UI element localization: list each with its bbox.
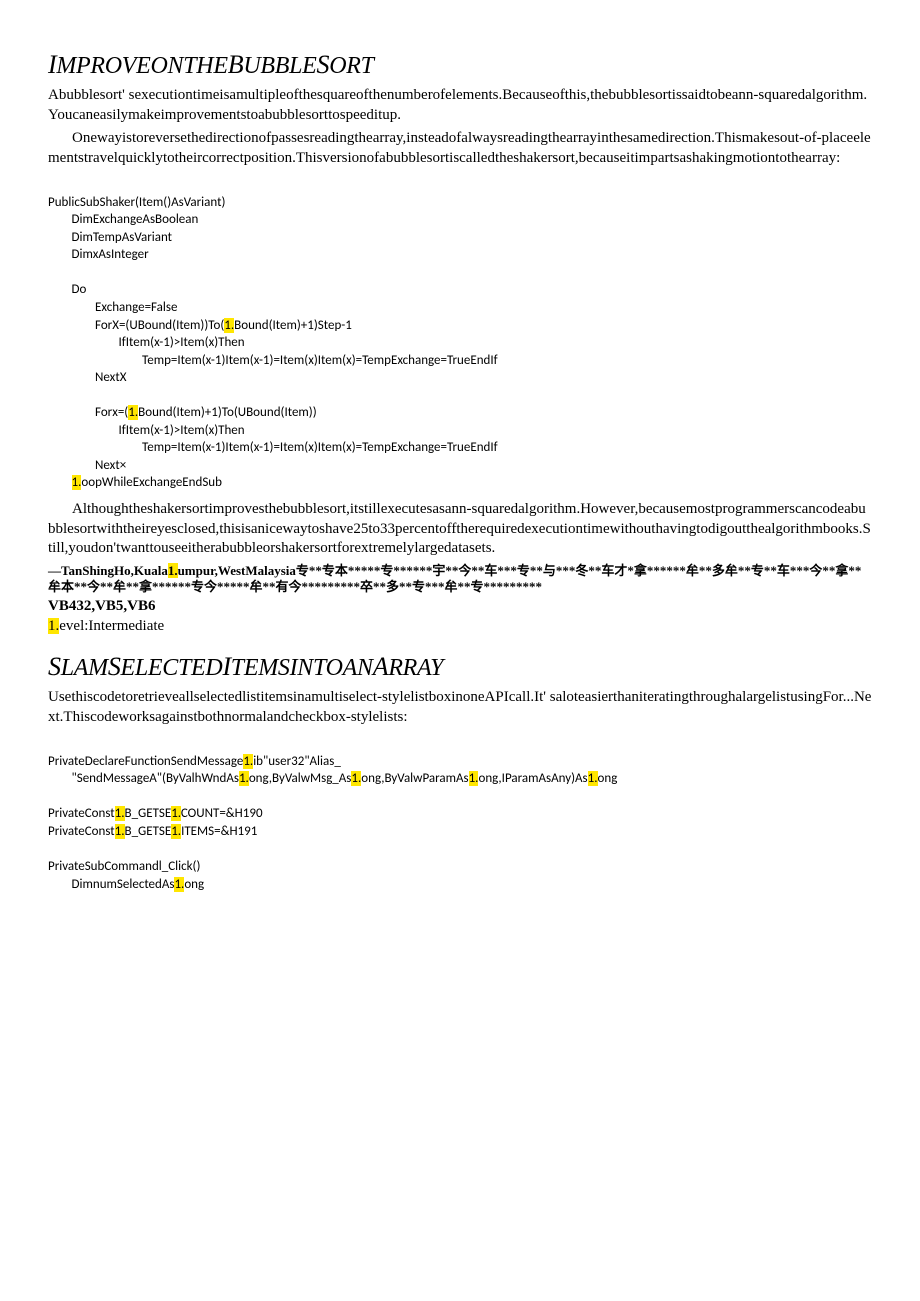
highlight: 1.	[115, 806, 125, 821]
highlight: 1.	[239, 771, 249, 786]
code-block-sendmessage: PrivateDeclareFunctionSendMessage1.ib"us…	[48, 735, 872, 893]
paragraph: Onewayistoreversethedirectionofpassesrea…	[48, 129, 872, 168]
vb-versions: VB432,VB5,VB6	[48, 597, 872, 617]
section-title-improve-bubble-sort: IMPROVEONTHEBUBBLESORT	[48, 48, 872, 82]
attribution: —TanShingHo,Kuala1.umpur,WestMalaysia专**…	[48, 563, 872, 596]
highlight: 1.	[243, 754, 253, 769]
highlight: 1.	[128, 405, 138, 420]
highlight: 1.	[351, 771, 361, 786]
section-title-slam-selected-items: SLAMSELECTEDITEMSINTOANARRAY	[48, 650, 872, 684]
highlight: 1.	[72, 475, 82, 490]
highlight: 1.	[168, 563, 178, 578]
paragraph: Althoughtheshakersortimprovesthebubbleso…	[48, 500, 872, 559]
highlight: 1.	[171, 824, 181, 839]
level-line: 1.evel:Intermediate	[48, 617, 872, 637]
paragraph: Abubblesort' sexecutiontimeisamultipleof…	[48, 86, 872, 125]
highlight: 1.	[174, 877, 184, 892]
highlight: 1.	[171, 806, 181, 821]
paragraph: Usethiscodetoretrieveallselectedlistitem…	[48, 688, 872, 727]
highlight: 1.	[469, 771, 479, 786]
highlight: 1.	[224, 318, 234, 333]
code-block-shaker: PublicSubShaker(Item()AsVariant) DimExch…	[48, 176, 872, 492]
highlight: 1.	[48, 618, 59, 634]
highlight: 1.	[588, 771, 598, 786]
highlight: 1.	[115, 824, 125, 839]
